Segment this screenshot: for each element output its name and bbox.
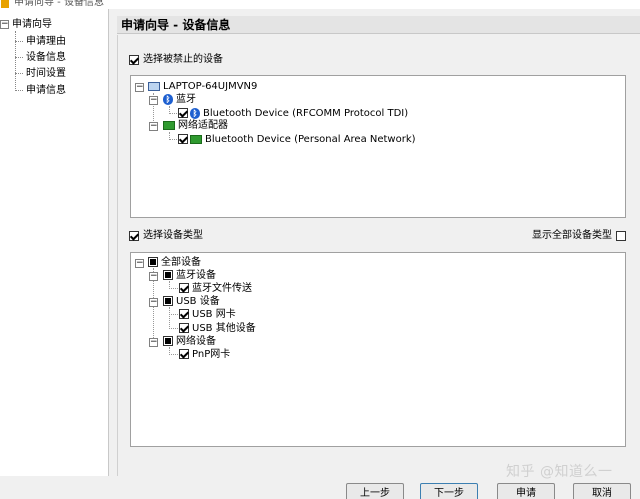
select-device-types-checkbox[interactable] [129,230,139,241]
page-title: 申请向导 - 设备信息 [121,18,231,32]
collapse-icon[interactable]: − [135,259,144,268]
device-tree[interactable]: − LAPTOP-64UJMVN9 − ᛒ 蓝牙 ᛒ Bluetooth Devic… [130,75,626,218]
select-device-types-row[interactable]: 选择设备类型 [129,229,203,243]
usb-nic-checkbox[interactable] [179,309,189,319]
tree-node-bt-devices[interactable]: 蓝牙设备 [163,269,216,282]
page-header: 申请向导 - 设备信息 [117,16,640,34]
collapse-icon[interactable]: − [149,122,158,131]
bt-file-transfer-label: 蓝牙文件传送 [192,283,252,294]
usb-devices-checkbox[interactable] [163,296,173,306]
pnp-nic-label: PnP网卡 [192,349,231,360]
nav-item-device-info[interactable]: 设备信息 [26,51,66,64]
usb-devices-label: USB 设备 [176,296,220,307]
net-device-label: Bluetooth Device (Personal Area Network) [205,134,416,145]
prev-button[interactable]: 上一步 [346,483,404,499]
nav-tree-line [15,90,23,91]
tree-node-usb-other[interactable]: USB 其他设备 [179,322,256,335]
nav-item-apply-info[interactable]: 申请信息 [26,84,66,97]
tree-line [169,288,178,289]
collapse-icon[interactable]: − [135,83,144,92]
window-title: 申请向导 - 设备信息 [14,0,104,8]
nav-collapse-icon[interactable]: − [0,20,9,29]
bluetooth-group-label: 蓝牙 [176,94,196,105]
bt-device-label: Bluetooth Device (RFCOMM Protocol TDI) [203,108,409,119]
window-titlebar: 申请向导 - 设备信息 [0,0,640,9]
bluetooth-icon: ᛒ [190,107,200,119]
tree-node-network-devices[interactable]: 网络设备 [163,335,216,348]
bt-devices-checkbox[interactable] [163,270,173,280]
tree-line [169,113,177,114]
tree-node-computer[interactable]: LAPTOP-64UJMVN9 [148,80,257,93]
collapse-icon[interactable]: − [149,298,158,307]
network-devices-checkbox[interactable] [163,336,173,346]
next-button[interactable]: 下一步 [420,483,478,499]
all-devices-label: 全部设备 [161,257,201,268]
device-type-tree[interactable]: − 全部设备 − 蓝牙设备 蓝牙文件传送 − USB 设备 USB 网卡 USB… [130,252,626,447]
app-icon [1,0,9,8]
show-all-types-checkbox[interactable] [616,230,626,241]
usb-other-label: USB 其他设备 [192,323,256,334]
tree-line [169,314,178,315]
computer-name: LAPTOP-64UJMVN9 [163,81,258,92]
network-group-label: 网络适配器 [178,120,228,131]
nav-item-reason[interactable]: 申请理由 [26,35,66,48]
nav-tree-line [15,73,23,74]
collapse-icon[interactable]: − [149,96,158,105]
cancel-button[interactable]: 取消 [573,483,631,499]
usb-other-checkbox[interactable] [179,323,189,333]
bt-devices-label: 蓝牙设备 [176,270,216,281]
nav-item-time-settings[interactable]: 时间设置 [26,67,66,80]
apply-button[interactable]: 申请 [497,483,555,499]
show-all-types-label: 显示全部设备类型 [532,230,612,241]
tree-node-bluetooth[interactable]: ᛒ 蓝牙 [163,93,196,106]
watermark: 知乎 @知道么一 [506,464,613,480]
net-device-checkbox[interactable] [178,134,188,144]
tree-node-bt-file-transfer[interactable]: 蓝牙文件传送 [179,282,252,295]
select-blocked-devices-checkbox[interactable] [129,54,139,65]
nav-tree-line [15,31,16,91]
bt-device-checkbox[interactable] [178,108,188,118]
collapse-icon[interactable]: − [149,338,158,347]
tree-node-net-device[interactable]: Bluetooth Device (Personal Area Network) [178,133,416,146]
bt-file-transfer-checkbox[interactable] [179,283,189,293]
bluetooth-icon: ᛒ [163,93,173,105]
tree-node-all-devices[interactable]: 全部设备 [148,256,201,269]
main-content: 选择被禁止的设备 − LAPTOP-64UJMVN9 − ᛒ 蓝牙 ᛒ Blueto… [117,35,640,476]
network-devices-label: 网络设备 [176,336,216,347]
tree-node-pnp-nic[interactable]: PnP网卡 [179,348,230,361]
pnp-nic-checkbox[interactable] [179,349,189,359]
laptop-icon [148,81,160,91]
network-adapter-icon [163,120,175,130]
all-devices-checkbox[interactable] [148,257,158,267]
nav-tree-line [15,41,23,42]
nav-tree-line [15,57,23,58]
show-all-types-row[interactable]: 显示全部设备类型 [532,229,626,243]
select-blocked-devices-label: 选择被禁止的设备 [143,54,223,65]
nav-root[interactable]: 申请向导 [12,18,52,31]
collapse-icon[interactable]: − [149,272,158,281]
tree-line [169,307,170,329]
usb-nic-label: USB 网卡 [192,309,236,320]
tree-node-usb-nic[interactable]: USB 网卡 [179,308,236,321]
tree-line [169,354,178,355]
select-device-types-label: 选择设备类型 [143,230,203,241]
select-blocked-devices-row[interactable]: 选择被禁止的设备 [129,53,223,67]
tree-line [169,328,178,329]
nav-panel: − 申请向导 申请理由 设备信息 时间设置 申请信息 [0,9,109,476]
network-adapter-icon [190,134,202,144]
tree-node-network-adapter[interactable]: 网络适配器 [163,119,228,132]
tree-node-usb-devices[interactable]: USB 设备 [163,295,220,308]
tree-line [169,139,177,140]
